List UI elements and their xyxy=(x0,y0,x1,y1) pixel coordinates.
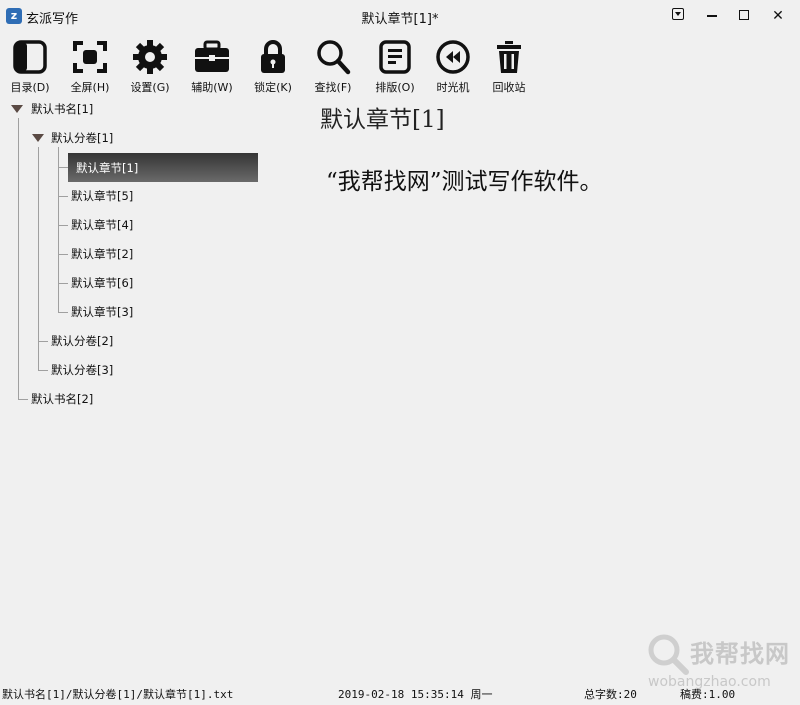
toolbar-settings-button[interactable]: 设置(G) xyxy=(122,36,178,96)
tree-connector xyxy=(18,118,19,399)
toolbar-layout-button[interactable]: 排版(O) xyxy=(367,36,423,96)
close-button[interactable]: ✕ xyxy=(768,6,788,26)
tree-connector xyxy=(58,254,68,255)
tree-connector xyxy=(38,370,48,371)
tree-chapter[interactable]: 默认章节[2] xyxy=(71,244,133,264)
close-icon: ✕ xyxy=(772,8,784,24)
lock-icon xyxy=(261,40,285,73)
tree-volume-3[interactable]: 默认分卷[3] xyxy=(51,360,113,380)
gear-icon xyxy=(133,40,167,74)
title-bar: z 玄派写作 默认章节[1]* ✕ xyxy=(0,0,800,34)
toolbox-icon xyxy=(195,40,229,72)
rewind-icon xyxy=(436,40,470,74)
toolbar-fullscreen-button[interactable]: 全屏(H) xyxy=(62,36,118,96)
expand-triangle-icon[interactable] xyxy=(32,134,44,142)
tree-volume-2[interactable]: 默认分卷[2] xyxy=(51,331,113,351)
toolbar-assist-button[interactable]: 辅助(W) xyxy=(184,36,240,96)
toolbar-recycle-button[interactable]: 回收站 xyxy=(481,36,537,96)
format-document-icon xyxy=(379,40,411,74)
sidebar-panel-icon xyxy=(13,40,47,74)
toolbar-label: 锁定(K) xyxy=(254,81,292,94)
maximize-icon xyxy=(739,9,749,20)
chapter-title[interactable]: 默认章节[1] xyxy=(320,100,445,134)
toolbar-label: 查找(F) xyxy=(314,81,352,94)
tree-connector xyxy=(58,225,68,226)
status-word-count: 总字数:20 xyxy=(584,688,637,701)
tree-connector xyxy=(58,147,59,313)
editor-body[interactable]: “我帮找网”测试写作软件。 xyxy=(326,162,603,196)
search-icon xyxy=(317,40,351,75)
maximize-button[interactable] xyxy=(734,6,754,26)
tree-connector xyxy=(18,399,28,400)
toolbar-label: 时光机 xyxy=(436,81,470,94)
expand-triangle-icon[interactable] xyxy=(11,105,23,113)
status-bar: 默认书名[1]/默认分卷[1]/默认章节[1].txt 2019-02-18 1… xyxy=(0,684,800,704)
toolbar-label: 排版(O) xyxy=(375,81,415,94)
tree-chapter[interactable]: 默认章节[3] xyxy=(71,302,133,322)
status-fee: 稿费:1.00 xyxy=(680,688,736,701)
catalog-tree: 默认书名[1] 默认分卷[1] 默认章节[1] 默认章节[5] 默认章节[4] … xyxy=(0,96,300,416)
tree-connector xyxy=(38,147,39,370)
tree-chapter[interactable]: 默认章节[4] xyxy=(71,215,133,235)
status-file-path: 默认书名[1]/默认分卷[1]/默认章节[1].txt xyxy=(2,688,234,701)
tree-connector xyxy=(58,283,68,284)
watermark-text: 我帮找网 xyxy=(690,640,790,668)
minimize-button[interactable] xyxy=(702,6,722,26)
tree-connector xyxy=(58,167,68,168)
dropdown-icon xyxy=(672,8,684,20)
tree-chapter[interactable]: 默认章节[5] xyxy=(71,186,133,206)
tree-chapter-label: 默认章节[1] xyxy=(76,161,139,175)
tree-connector xyxy=(58,312,68,313)
toolbar-timemachine-button[interactable]: 时光机 xyxy=(425,36,481,96)
window-title: 默认章节[1]* xyxy=(361,12,439,27)
toolbar-label: 全屏(H) xyxy=(70,81,110,94)
tree-connector xyxy=(58,196,68,197)
toolbar-lock-button[interactable]: 锁定(K) xyxy=(245,36,301,96)
window-menu-button[interactable] xyxy=(668,6,688,26)
tree-connector xyxy=(38,341,48,342)
tree-chapter-selected[interactable]: 默认章节[1] xyxy=(68,153,258,182)
fullscreen-icon xyxy=(73,41,107,73)
minimize-icon xyxy=(707,14,717,17)
toolbar-catalog-button[interactable]: 目录(D) xyxy=(2,36,58,96)
app-logo-icon: z xyxy=(6,8,22,24)
toolbar-label: 回收站 xyxy=(492,81,526,94)
tree-book-2[interactable]: 默认书名[2] xyxy=(31,389,93,409)
toolbar-label: 辅助(W) xyxy=(191,81,233,94)
tree-book-1[interactable]: 默认书名[1] xyxy=(31,99,93,119)
toolbar-label: 目录(D) xyxy=(10,81,50,94)
watermark-magnifier-icon xyxy=(648,634,689,675)
toolbar: 目录(D) 全屏(H) 设置(G) 辅助(W) 锁定(K) 查找(F) 排版(O… xyxy=(0,36,560,96)
toolbar-find-button[interactable]: 查找(F) xyxy=(305,36,361,96)
status-datetime: 2019-02-18 15:35:14 周一 xyxy=(338,688,493,701)
trash-icon xyxy=(497,41,521,73)
tree-volume-1[interactable]: 默认分卷[1] xyxy=(51,128,113,148)
tree-chapter[interactable]: 默认章节[6] xyxy=(71,273,133,293)
toolbar-label: 设置(G) xyxy=(130,81,170,94)
app-name: 玄派写作 xyxy=(26,12,79,27)
